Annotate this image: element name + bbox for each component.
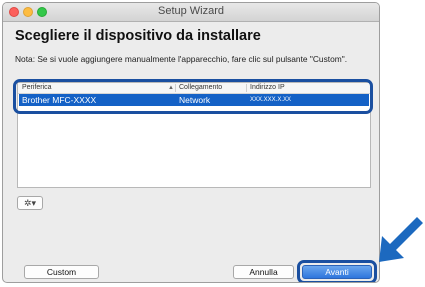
cancel-button[interactable]: Annulla: [233, 265, 294, 279]
custom-button[interactable]: Custom: [24, 265, 99, 279]
instruction-note: Nota: Se si vuole aggiungere manualmente…: [15, 54, 348, 64]
page-title: Scegliere il dispositivo da installare: [15, 28, 261, 44]
title-bar: Setup Wizard: [3, 3, 379, 22]
window-title: Setup Wizard: [157, 5, 225, 17]
selection-callout-outline: [13, 79, 373, 114]
pointer-arrow-icon: [379, 217, 423, 262]
next-button-callout-outline: [297, 260, 377, 282]
setup-wizard-window: Setup Wizard Scegliere il dispositivo da…: [2, 2, 380, 283]
gear-menu-button[interactable]: ✲▾: [17, 196, 43, 210]
